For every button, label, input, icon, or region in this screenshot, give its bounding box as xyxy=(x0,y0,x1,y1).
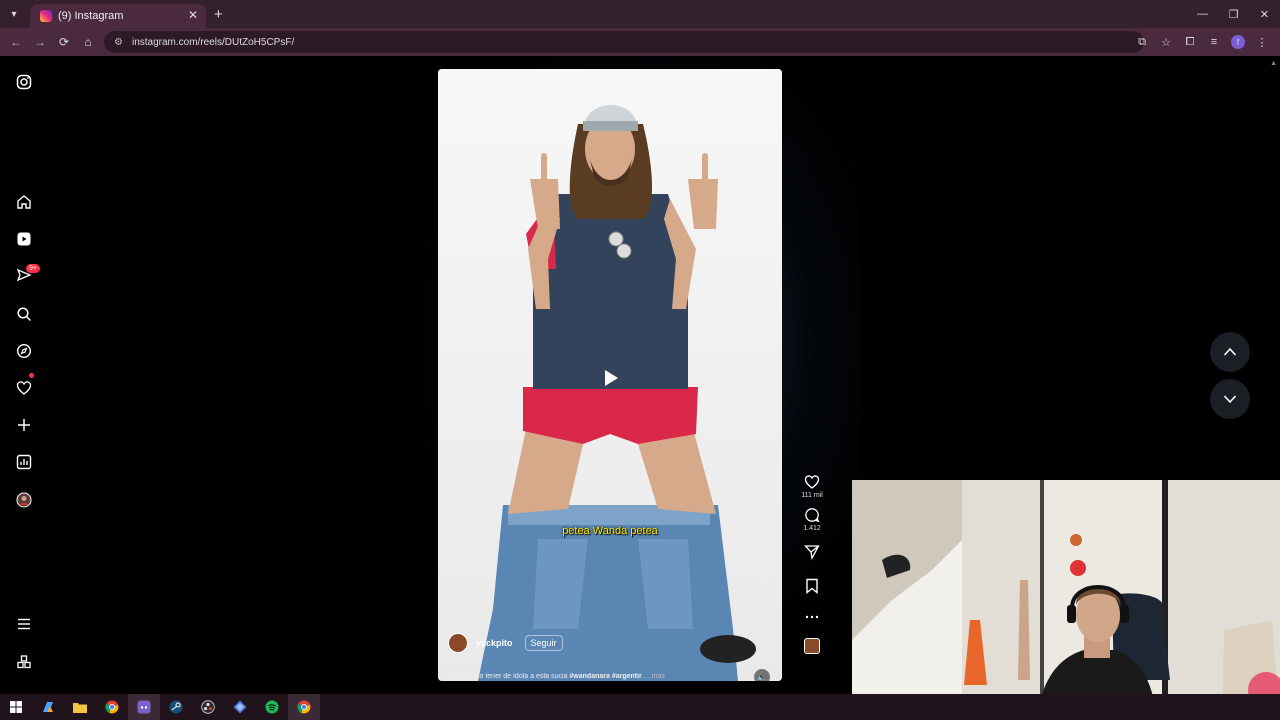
previous-reel-button[interactable] xyxy=(1210,332,1250,372)
share-action xyxy=(796,544,828,560)
media-controls-icon[interactable]: ≡ xyxy=(1202,30,1226,54)
tab-list-button[interactable]: ▾ xyxy=(3,3,25,25)
messages-badge: 9+ xyxy=(26,264,40,273)
comment-icon[interactable] xyxy=(804,507,820,523)
bookmark-icon[interactable] xyxy=(804,578,820,594)
site-info-icon[interactable]: ⚙ xyxy=(114,37,123,48)
url-text: instagram.com/reels/DUtZoH5CPsF/ xyxy=(131,36,295,48)
minimize-icon[interactable]: — xyxy=(1187,0,1218,28)
chrome-icon[interactable] xyxy=(96,694,128,720)
author-avatar[interactable] xyxy=(448,633,468,653)
reel-video[interactable]: petea Wanda petea yackpito Seguir No es … xyxy=(438,69,782,681)
caption-hashtags[interactable]: #wandanara #argentir xyxy=(569,673,641,680)
profile-avatar-button[interactable]: f xyxy=(1231,35,1245,49)
author-username[interactable]: yackpito xyxy=(476,638,513,648)
dashboard-icon[interactable] xyxy=(14,452,34,472)
follow-button[interactable]: Seguir xyxy=(524,635,563,651)
like-icon[interactable] xyxy=(804,474,820,490)
tab-title: (9) Instagram xyxy=(58,10,124,22)
address-bar[interactable]: ⚙ instagram.com/reels/DUtZoH5CPsF/ xyxy=(104,31,1144,53)
video-subtitle: petea Wanda petea xyxy=(562,525,658,537)
next-reel-button[interactable] xyxy=(1210,379,1250,419)
more-options-icon[interactable] xyxy=(804,614,820,620)
browser-menu-icon[interactable]: ⋮ xyxy=(1250,30,1274,54)
spotify-icon[interactable] xyxy=(256,694,288,720)
instagram-sidebar: 9+ xyxy=(0,56,48,694)
like-count: 111 mil xyxy=(801,492,823,499)
share-icon[interactable] xyxy=(804,544,820,560)
install-app-icon[interactable]: ⧉ xyxy=(1130,30,1154,54)
back-icon[interactable]: ← xyxy=(4,30,28,54)
scrollbar-arrow-icon[interactable]: ▲ xyxy=(1270,60,1277,67)
also-from-meta-icon[interactable] xyxy=(14,652,34,672)
caption-text: No es serio tener de ídola a esta sucia xyxy=(448,673,570,680)
reels-icon[interactable] xyxy=(14,229,34,249)
more-action xyxy=(796,614,828,620)
copilot-icon[interactable] xyxy=(32,694,64,720)
window-controls: — ❐ ✕ xyxy=(1187,0,1280,28)
obs-icon[interactable] xyxy=(192,694,224,720)
toolbar-actions: ⧉ ☆ ⧠ ≡ f ⋮ xyxy=(1130,30,1274,54)
discord-icon[interactable] xyxy=(128,694,160,720)
file-explorer-icon[interactable] xyxy=(64,694,96,720)
extensions-icon[interactable]: ⧠ xyxy=(1178,30,1202,54)
steam-icon[interactable] xyxy=(160,694,192,720)
search-icon[interactable] xyxy=(14,304,34,324)
audio-thumbnail[interactable] xyxy=(804,638,820,654)
profile-avatar[interactable] xyxy=(14,490,34,510)
reel-caption[interactable]: No es serio tener de ídola a esta sucia … xyxy=(448,673,738,680)
notifications-dot xyxy=(29,373,34,378)
caption-more-link[interactable]: ... más xyxy=(644,673,665,680)
restore-icon[interactable]: ❐ xyxy=(1218,0,1249,28)
start-icon[interactable] xyxy=(0,694,32,720)
volume-icon[interactable]: 🔈 xyxy=(754,669,770,681)
chevron-down-icon xyxy=(1223,395,1237,404)
home-icon[interactable] xyxy=(14,192,34,212)
reload-icon[interactable]: ⟳ xyxy=(52,30,76,54)
webcam-overlay xyxy=(852,480,1280,720)
home-button-icon[interactable]: ⌂ xyxy=(76,30,100,54)
webcam-scene xyxy=(852,480,1280,720)
reel-actions: 111 mil 1.412 xyxy=(796,474,828,662)
create-icon[interactable] xyxy=(14,415,34,435)
save-action xyxy=(796,578,828,594)
instagram-favicon-icon xyxy=(40,10,52,22)
menu-icon[interactable] xyxy=(14,614,34,634)
audio-action xyxy=(796,638,828,654)
instagram-logo-icon[interactable] xyxy=(14,72,34,92)
comment-count: 1.412 xyxy=(803,525,821,532)
like-action: 111 mil xyxy=(796,474,828,499)
browser-tab-bar: ▾ (9) Instagram ✕ + — ❐ ✕ xyxy=(0,0,1280,28)
new-tab-button[interactable]: + xyxy=(214,6,223,23)
comment-action: 1.412 xyxy=(796,507,828,532)
windows-taskbar xyxy=(0,694,1280,720)
close-window-icon[interactable]: ✕ xyxy=(1249,0,1280,28)
bookmark-star-icon[interactable]: ☆ xyxy=(1154,30,1178,54)
notifications-icon[interactable] xyxy=(14,378,34,398)
browser-tab[interactable]: (9) Instagram ✕ xyxy=(30,4,206,28)
chevron-up-icon xyxy=(1223,347,1237,356)
browser-toolbar: ← → ⟳ ⌂ ⚙ instagram.com/reels/DUtZoH5CPs… xyxy=(0,28,1280,56)
explore-icon[interactable] xyxy=(14,341,34,361)
chrome-profile-icon[interactable] xyxy=(288,694,320,720)
forward-icon[interactable]: → xyxy=(28,30,52,54)
app-diamond-icon[interactable] xyxy=(224,694,256,720)
play-button[interactable] xyxy=(600,367,622,389)
reel-author: yackpito Seguir xyxy=(448,633,563,653)
close-tab-icon[interactable]: ✕ xyxy=(188,8,198,22)
